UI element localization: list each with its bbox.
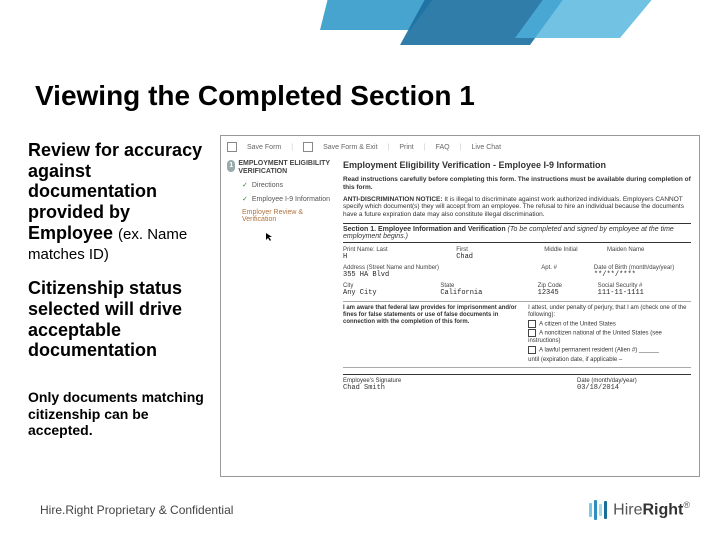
address-row: Address (Street Name and Number)355 HA B… xyxy=(343,265,691,279)
opt-permanent-resident[interactable]: A lawful permanent resident (Alien #) __… xyxy=(528,346,691,355)
save-exit-button[interactable]: Save Form & Exit xyxy=(323,144,377,151)
field-state: StateCalifornia xyxy=(440,283,533,297)
field-maiden-name: Maiden Name xyxy=(607,247,691,261)
paragraph-review: Review for accuracy against documentatio… xyxy=(28,140,213,264)
nav-item-employee-info[interactable]: ✓Employee I-9 Information xyxy=(242,195,337,203)
print-button[interactable]: Print xyxy=(399,144,413,151)
form-instructions: Read instructions carefully before compl… xyxy=(343,176,691,192)
step-badge: 1 xyxy=(227,160,235,172)
field-sign-date: Date (month/day/year)03/18/2014 xyxy=(577,378,691,392)
field-dob: Date of Birth (month/day/year)**/**/**** xyxy=(594,265,691,279)
aware-text: I am aware that federal law provides for… xyxy=(343,305,522,364)
field-zip: Zip Code12345 xyxy=(538,283,594,297)
save-exit-icon xyxy=(303,142,313,152)
attest-options: I attest, under penalty of perjury, that… xyxy=(528,305,691,364)
field-apt: Apt. # xyxy=(541,265,590,279)
form-body: Employment Eligibility Verification - Em… xyxy=(343,160,691,392)
anti-discrimination-notice: ANTI-DISCRIMINATION NOTICE: It is illega… xyxy=(343,196,691,219)
nav-step-header: 1 EMPLOYMENT ELIGIBILITY VERIFICATION xyxy=(227,160,337,175)
top-banner xyxy=(0,0,720,60)
nav-item-directions[interactable]: ✓Directions xyxy=(242,181,337,189)
app-screenshot: Save Form| Save Form & Exit| Print| FAQ|… xyxy=(220,135,700,477)
field-middle-initial: Middle Initial xyxy=(544,247,603,261)
checkbox-icon xyxy=(528,346,536,354)
cursor-icon xyxy=(265,232,275,242)
signature-row: Employee's SignatureChad Smith Date (mon… xyxy=(343,374,691,392)
paragraph-only-docs: Only documents matching citizenship can … xyxy=(28,389,213,439)
checkbox-icon xyxy=(528,320,536,328)
step-nav: 1 EMPLOYMENT ELIGIBILITY VERIFICATION ✓D… xyxy=(227,160,337,223)
confidential-text: Hire.Right Proprietary & Confidential xyxy=(40,503,233,517)
live-chat-button[interactable]: Live Chat xyxy=(471,144,501,151)
left-column: Review for accuracy against documentatio… xyxy=(28,140,213,439)
field-first-name: FirstChad xyxy=(456,247,540,261)
save-button[interactable]: Save Form xyxy=(247,144,281,151)
attestation-row: I am aware that federal law provides for… xyxy=(343,301,691,368)
paragraph-citizenship: Citizenship status selected will drive a… xyxy=(28,278,213,361)
check-icon: ✓ xyxy=(242,182,248,189)
slide-footer: Hire.Right Proprietary & Confidential Hi… xyxy=(40,500,690,520)
field-address: Address (Street Name and Number)355 HA B… xyxy=(343,265,537,279)
logo-bars-icon xyxy=(589,500,607,520)
field-city: CityAny City xyxy=(343,283,436,297)
app-toolbar: Save Form| Save Form & Exit| Print| FAQ|… xyxy=(227,140,693,154)
checkbox-icon xyxy=(528,329,536,337)
faq-button[interactable]: FAQ xyxy=(436,144,450,151)
hireright-logo: HireRight® xyxy=(589,500,690,520)
logo-text: HireRight® xyxy=(613,500,690,519)
step-title: EMPLOYMENT ELIGIBILITY VERIFICATION xyxy=(238,160,337,175)
section-1-header: Section 1. Employee Information and Veri… xyxy=(343,223,691,243)
opt-citizen[interactable]: A citizen of the United States xyxy=(528,320,691,329)
form-heading: Employment Eligibility Verification - Em… xyxy=(343,160,691,170)
slide-title: Viewing the Completed Section 1 xyxy=(35,80,475,112)
save-icon xyxy=(227,142,237,152)
field-last-name: Print Name: LastH xyxy=(343,247,452,261)
nav-item-employer-review[interactable]: Employer Review & Verification xyxy=(242,209,337,223)
field-ssn: Social Security #111-11-1111 xyxy=(598,283,691,297)
field-signature: Employee's SignatureChad Smith xyxy=(343,378,571,392)
opt-expiration-line: until (expiration date, if applicable – xyxy=(528,357,691,365)
attest-intro: I attest, under penalty of perjury, that… xyxy=(528,305,691,320)
name-row: Print Name: LastH FirstChad Middle Initi… xyxy=(343,247,691,261)
opt-noncitizen[interactable]: A noncitizen national of the United Stat… xyxy=(528,329,691,346)
check-icon: ✓ xyxy=(242,196,248,203)
city-row: CityAny City StateCalifornia Zip Code123… xyxy=(343,283,691,297)
